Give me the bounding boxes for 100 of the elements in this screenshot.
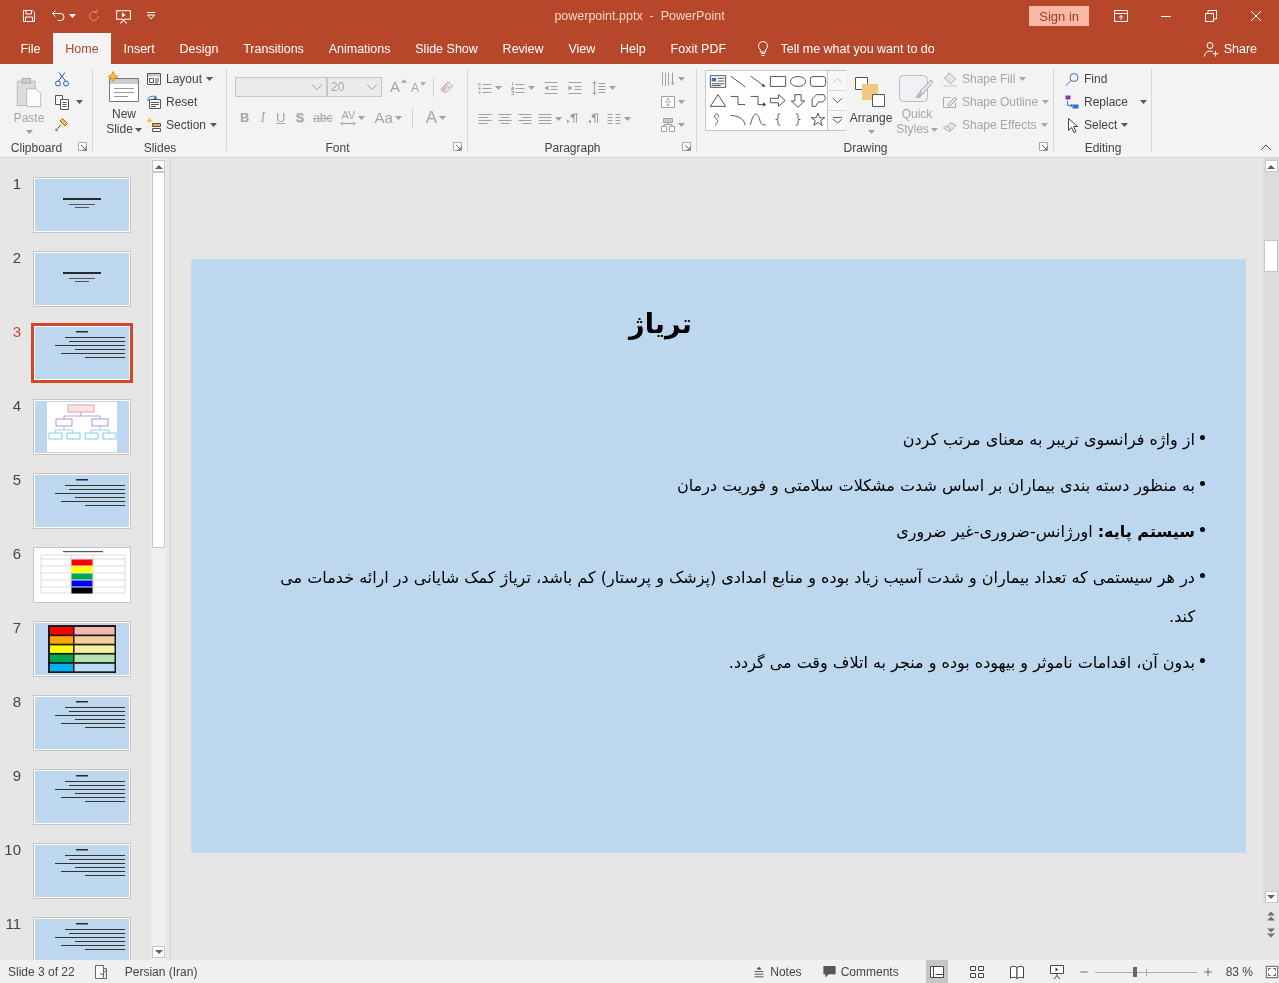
align-text-icon[interactable] xyxy=(660,93,676,110)
ribbon-tab[interactable]: Slide Show xyxy=(402,33,491,64)
layout-button[interactable]: Layout xyxy=(146,67,218,90)
elbow-line-icon[interactable] xyxy=(728,93,747,108)
ribbon-tab[interactable]: Animations xyxy=(316,33,403,64)
language-label[interactable]: Persian (Iran) xyxy=(124,964,198,979)
more-icon[interactable] xyxy=(831,117,843,124)
dialog-launcher-icon[interactable] xyxy=(78,142,88,152)
section-icon[interactable] xyxy=(146,116,162,133)
slide-thumbnail[interactable] xyxy=(33,695,131,751)
layout-icon[interactable] xyxy=(146,70,162,87)
search-icon[interactable] xyxy=(1064,70,1080,87)
slide-thumbnail[interactable] xyxy=(31,323,133,383)
new-slide-button[interactable]: New Slide xyxy=(103,67,145,138)
ribbon-display-options-icon[interactable] xyxy=(1113,8,1129,24)
caret-icon[interactable] xyxy=(1121,122,1129,127)
triangle-icon[interactable] xyxy=(708,93,727,108)
scroll-down-icon[interactable] xyxy=(1267,894,1275,900)
slide-thumbnail[interactable] xyxy=(33,251,131,307)
comment-icon[interactable] xyxy=(821,964,837,979)
ribbon-tab[interactable]: Design xyxy=(167,33,231,64)
find-button[interactable]: Find xyxy=(1064,67,1148,90)
scroll-down-icon[interactable] xyxy=(154,949,163,955)
arc-icon[interactable] xyxy=(728,112,747,127)
next-slide-icon[interactable] xyxy=(1267,928,1275,938)
replace-button[interactable]: Replace xyxy=(1064,90,1148,113)
arrow-icon[interactable] xyxy=(748,74,767,89)
slide-thumbnail[interactable] xyxy=(33,399,131,455)
scroll-down-icon[interactable] xyxy=(831,97,843,104)
save-icon[interactable] xyxy=(21,8,37,24)
reset-button[interactable]: Reset xyxy=(146,90,218,113)
previous-slide-icon[interactable] xyxy=(1267,911,1275,921)
ribbon-tab[interactable]: Transitions xyxy=(230,33,317,64)
restore-icon[interactable] xyxy=(1203,8,1219,24)
caret-icon[interactable] xyxy=(206,76,214,81)
collapse-ribbon-icon[interactable] xyxy=(1260,143,1272,151)
spell-check-icon[interactable] xyxy=(92,963,109,980)
paintbrush-icon[interactable] xyxy=(54,116,70,133)
zoom-in-icon[interactable] xyxy=(1201,965,1214,978)
slide-thumbnail[interactable] xyxy=(33,769,131,825)
font-name-field[interactable] xyxy=(235,76,327,97)
slide-thumbnail[interactable] xyxy=(33,473,131,529)
slide-thumbnail[interactable] xyxy=(33,917,131,960)
zoom-slider-thumb[interactable] xyxy=(1133,966,1138,977)
scroll-up-icon[interactable] xyxy=(154,163,163,169)
ribbon-tab[interactable]: Foxit PDF xyxy=(658,33,739,64)
dialog-launcher-icon[interactable] xyxy=(1039,142,1049,152)
caret-icon[interactable] xyxy=(210,122,218,127)
reset-icon[interactable] xyxy=(146,93,162,110)
caret-icon[interactable] xyxy=(1140,99,1148,104)
ribbon-tab[interactable]: Home xyxy=(52,33,112,64)
zoom-slider[interactable] xyxy=(1094,966,1197,977)
hierarchy-icon[interactable] xyxy=(660,116,676,133)
scrollbar[interactable] xyxy=(151,158,166,960)
slide-thumbnail[interactable] xyxy=(33,843,131,899)
ribbon-tab[interactable]: Review xyxy=(490,33,556,64)
share-icon[interactable] xyxy=(1202,40,1219,57)
slide-thumbnail[interactable] xyxy=(33,177,131,233)
scissors-icon[interactable] xyxy=(54,70,70,87)
copy-icon[interactable] xyxy=(54,93,70,110)
tell-me-search-field[interactable]: Tell me what you want to do xyxy=(780,33,981,64)
shapes-gallery[interactable] xyxy=(705,70,846,131)
arrange-button[interactable]: Arrange xyxy=(848,70,894,138)
scrollbar-thumb[interactable] xyxy=(1264,240,1278,272)
dialog-launcher-icon[interactable] xyxy=(682,142,692,152)
share-button[interactable]: Share xyxy=(1202,33,1257,64)
caret-icon[interactable] xyxy=(69,14,76,18)
scrollbar-thumb[interactable] xyxy=(152,172,165,548)
slide-thumbnail[interactable] xyxy=(33,547,131,603)
notes-button[interactable]: Notes xyxy=(752,964,802,979)
ribbon-tab[interactable]: View xyxy=(556,33,608,64)
comments-button[interactable]: Comments xyxy=(821,964,899,979)
section-button[interactable]: Section xyxy=(146,113,218,136)
dialog-launcher-icon[interactable] xyxy=(453,142,463,152)
caret-icon[interactable] xyxy=(76,99,83,104)
select-button[interactable]: Select xyxy=(1064,113,1148,136)
sign-in-button[interactable]: Sign in xyxy=(1029,6,1089,26)
down-arrow-icon[interactable] xyxy=(788,93,807,108)
rectangle-icon[interactable] xyxy=(768,74,787,89)
replace-icon[interactable] xyxy=(1064,93,1080,110)
star-icon[interactable] xyxy=(808,112,827,127)
presentation-icon[interactable] xyxy=(115,7,132,25)
ribbon-tab[interactable]: File xyxy=(8,33,53,64)
ribbon-tab[interactable]: Help xyxy=(607,33,659,64)
fit-slide-icon[interactable] xyxy=(1265,964,1279,979)
curve-icon[interactable] xyxy=(748,112,767,127)
close-icon[interactable] xyxy=(1248,8,1264,24)
caret-icon[interactable] xyxy=(134,127,142,132)
zoom-level-label[interactable]: 83 % xyxy=(1225,964,1253,979)
customize-caret-icon[interactable] xyxy=(146,12,156,20)
right-arrow-icon[interactable] xyxy=(768,93,787,108)
elbow-arrow-icon[interactable] xyxy=(748,93,767,108)
line-icon[interactable] xyxy=(728,74,747,89)
undo-icon[interactable] xyxy=(51,8,67,24)
scrollbar[interactable] xyxy=(1263,158,1279,903)
new-slide-icon[interactable] xyxy=(106,71,142,105)
slide-thumbnail[interactable] xyxy=(33,621,131,677)
scroll-up-icon[interactable] xyxy=(1267,163,1275,169)
ribbon-tab[interactable]: Insert xyxy=(111,33,168,64)
text-box-icon[interactable] xyxy=(708,74,727,89)
